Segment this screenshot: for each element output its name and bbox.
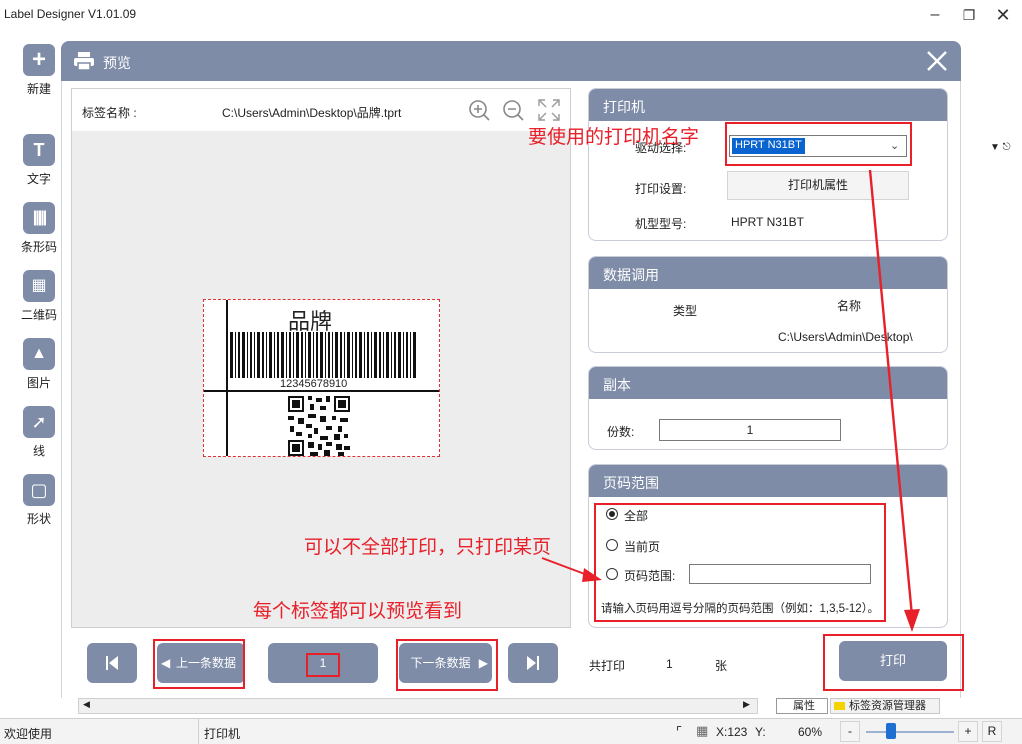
zoom-out-icon[interactable] bbox=[502, 99, 524, 121]
total-print-count: 1 bbox=[666, 657, 673, 671]
shape-icon: ▢ bbox=[23, 474, 55, 506]
vertical-rule bbox=[226, 300, 228, 456]
horizontal-scrollbar[interactable]: ◀ ▶ bbox=[78, 698, 758, 714]
plus-icon: + bbox=[23, 44, 55, 76]
close-icon[interactable] bbox=[925, 49, 949, 73]
printer-name-annotation: 要使用的打印机名字 bbox=[528, 127, 700, 148]
close-window-icon[interactable]: ✕ bbox=[988, 4, 1018, 26]
print-button-highlight bbox=[823, 634, 964, 691]
column-name: 名称 bbox=[837, 299, 862, 313]
skip-first-icon bbox=[106, 656, 118, 670]
qrcode-icon: ▦ bbox=[23, 270, 55, 302]
zoom-in-icon[interactable] bbox=[468, 99, 490, 121]
scroll-left-icon[interactable]: ◀ bbox=[83, 699, 90, 710]
last-record-button[interactable] bbox=[508, 643, 558, 683]
status-y-coord: Y: bbox=[755, 725, 766, 739]
status-bar: 欢迎使用 打印机 ⌜ ▦ X:123 Y: 60% - + R bbox=[0, 718, 1022, 744]
column-type: 类型 bbox=[673, 304, 698, 318]
tab-properties-label: 属性 bbox=[793, 700, 815, 712]
printer-icon bbox=[73, 50, 95, 72]
preview-toolbar: 标签名称 : C:\Users\Admin\Desktop\品牌.tprt bbox=[72, 89, 570, 131]
preview-dialog-header: 预览 bbox=[61, 41, 961, 81]
maximize-icon[interactable]: ❐ bbox=[954, 4, 984, 26]
arrow-to-print-icon bbox=[868, 169, 920, 632]
barcode-number: 12345678910 bbox=[280, 378, 348, 390]
pin-icon[interactable]: ▼ ⎋ bbox=[990, 142, 1011, 153]
zoom-slider-track[interactable] bbox=[866, 731, 954, 733]
status-welcome: 欢迎使用 bbox=[4, 727, 53, 741]
model-value: HPRT N31BT bbox=[731, 215, 804, 229]
scroll-right-icon[interactable]: ▶ bbox=[743, 699, 750, 710]
skip-last-icon bbox=[527, 656, 539, 670]
zoom-level: 60% bbox=[798, 725, 823, 739]
window-title: Label Designer V1.01.09 bbox=[4, 7, 137, 21]
text-icon: T bbox=[23, 134, 55, 166]
annotation-arrow-icon bbox=[541, 557, 602, 582]
zoom-reset-button[interactable]: R bbox=[982, 721, 1002, 742]
first-record-button[interactable] bbox=[87, 643, 137, 683]
grid-icon[interactable]: ▦ bbox=[696, 723, 708, 739]
label-path: C:\Users\Admin\Desktop\品牌.tprt bbox=[222, 106, 402, 120]
copies-label: 份数: bbox=[607, 425, 635, 439]
label-name-caption: 标签名称 : bbox=[82, 106, 137, 120]
status-divider bbox=[198, 719, 199, 744]
title-bar: Label Designer V1.01.09 – ❐ ✕ bbox=[0, 0, 1022, 30]
label-canvas: 品牌 12345678910 bbox=[203, 299, 440, 457]
dialog-title: 预览 bbox=[103, 55, 131, 71]
tab-label-resources-label: 标签资源管理器 bbox=[849, 700, 926, 712]
line-icon: ➚ bbox=[23, 406, 55, 438]
barcode-graphic bbox=[230, 332, 416, 378]
total-print-suffix: 张 bbox=[715, 659, 728, 673]
prev-button-highlight bbox=[153, 639, 245, 689]
partial-print-annotation: 可以不全部打印，只打印某页 bbox=[304, 537, 552, 558]
model-label: 机型型号: bbox=[635, 217, 687, 231]
tab-label-resources[interactable]: 标签资源管理器 bbox=[830, 698, 940, 714]
horizontal-rule bbox=[204, 390, 439, 392]
folder-icon bbox=[834, 702, 845, 710]
print-settings-label: 打印设置: bbox=[635, 182, 687, 196]
status-x-coord: X:123 bbox=[716, 725, 748, 739]
zoom-plus-button[interactable]: + bbox=[958, 721, 978, 742]
qrcode-graphic bbox=[288, 396, 350, 456]
page-number-highlight bbox=[306, 653, 340, 677]
copies-input[interactable]: 1 bbox=[659, 419, 841, 441]
barcode-icon: ||||| bbox=[23, 202, 55, 234]
preview-each-annotation: 每个标签都可以预览看到 bbox=[253, 601, 463, 622]
status-printer: 打印机 bbox=[204, 727, 241, 741]
image-icon: ▲ bbox=[23, 338, 55, 370]
total-print-prefix: 共打印 bbox=[589, 659, 626, 673]
fit-screen-icon[interactable] bbox=[538, 99, 560, 121]
page-range-highlight bbox=[594, 503, 886, 622]
printer-section-header: 打印机 bbox=[589, 89, 947, 121]
printer-name-highlight bbox=[725, 122, 912, 166]
ruler-icon[interactable]: ⌜ bbox=[676, 724, 682, 740]
zoom-slider-thumb[interactable] bbox=[886, 723, 896, 739]
zoom-minus-button[interactable]: - bbox=[840, 721, 860, 742]
next-button-highlight bbox=[396, 639, 498, 691]
tab-properties[interactable]: 属性 bbox=[776, 698, 828, 714]
minimize-icon[interactable]: – bbox=[920, 4, 950, 26]
